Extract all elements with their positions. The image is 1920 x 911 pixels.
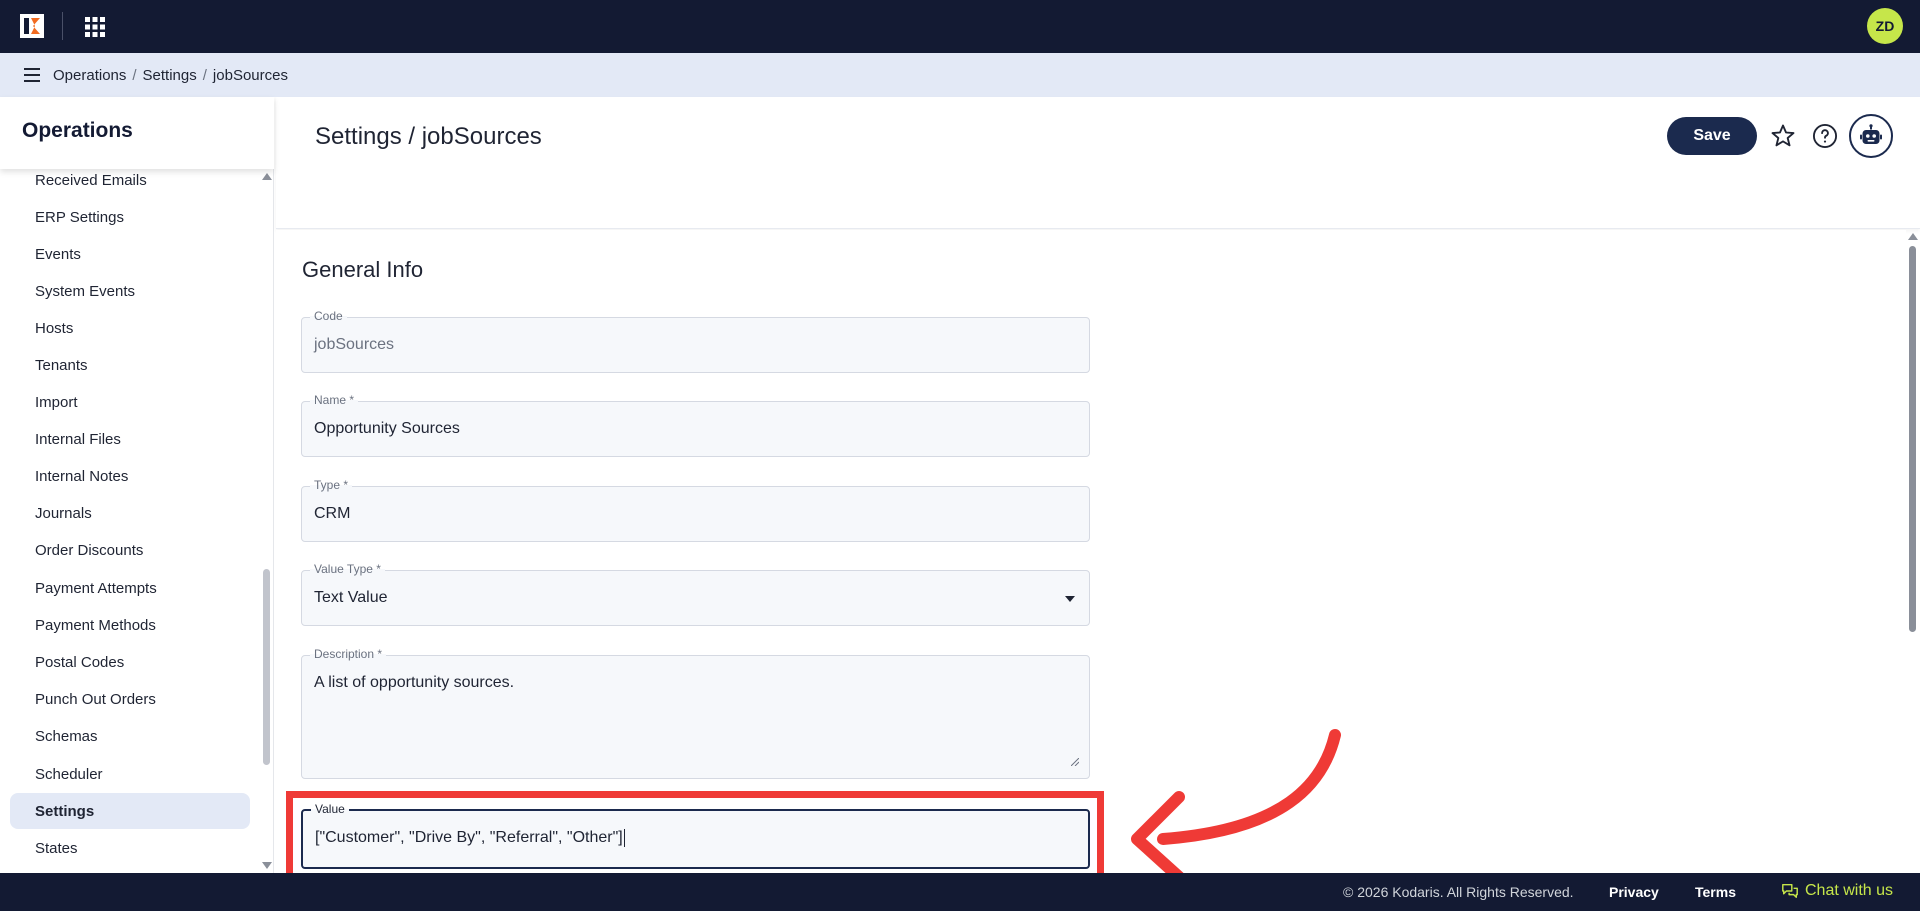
copyright-text: © 2026 Kodaris. All Rights Reserved. (1343, 884, 1574, 900)
sidebar-item-states[interactable]: States (10, 830, 250, 866)
sidebar-item-erp-settings[interactable]: ERP Settings (10, 199, 250, 235)
sidebar-item-system-events[interactable]: System Events (10, 273, 250, 309)
annotation-arrow-icon (1131, 729, 1341, 883)
scroll-down-arrow-icon[interactable] (262, 862, 272, 869)
sidebar-scroll-thumb[interactable] (263, 569, 270, 765)
breadcrumb-jobsources[interactable]: jobSources (213, 67, 288, 84)
code-field[interactable]: Code jobSources (301, 309, 1090, 373)
breadcrumb-settings[interactable]: Settings (143, 67, 197, 84)
name-value: Opportunity Sources (314, 420, 460, 437)
chevron-down-icon[interactable] (1065, 596, 1075, 602)
star-icon[interactable] (1769, 122, 1797, 150)
name-field[interactable]: Name * Opportunity Sources (301, 393, 1090, 457)
page-header: Settings / jobSources Save (276, 97, 1920, 229)
page-title: Settings / jobSources (315, 123, 542, 150)
name-label: Name * (310, 393, 359, 407)
value-type-select[interactable]: Value Type * Text Value (301, 562, 1090, 626)
apps-grid-icon[interactable] (84, 16, 106, 38)
footer: © 2026 Kodaris. All Rights Reserved. Pri… (0, 873, 1920, 911)
breadcrumb-separator: / (132, 66, 137, 84)
sidebar-item-scheduler[interactable]: Scheduler (10, 756, 250, 792)
sidebar-item-punch-out-orders[interactable]: Punch Out Orders (10, 681, 250, 717)
scroll-up-arrow-icon[interactable] (1908, 233, 1918, 240)
type-field[interactable]: Type * CRM (301, 478, 1090, 542)
hamburger-menu-icon[interactable] (21, 64, 43, 86)
main-scrollbar[interactable] (1906, 230, 1920, 873)
annotation-highlight-box (286, 791, 1104, 873)
chat-with-us-button[interactable]: Chat with us (1781, 882, 1893, 900)
top-bar: ZD (0, 0, 1920, 53)
chat-icon (1782, 883, 1798, 899)
sidebar-item-received-emails[interactable]: Received Emails (10, 169, 250, 198)
sidebar-scrollbar[interactable] (260, 169, 274, 873)
type-label: Type * (310, 478, 353, 492)
sidebar-header: Operations (0, 97, 274, 169)
value-type-value: Text Value (314, 589, 388, 606)
breadcrumb: Operations / Settings / jobSources (53, 67, 288, 84)
type-value: CRM (314, 505, 351, 522)
description-field[interactable]: Description * A list of opportunity sour… (301, 647, 1090, 779)
sidebar-item-payment-attempts[interactable]: Payment Attempts (10, 570, 250, 606)
sidebar-item-order-discounts[interactable]: Order Discounts (10, 532, 250, 568)
sidebar-item-events[interactable]: Events (10, 236, 250, 272)
sidebar-item-hosts[interactable]: Hosts (10, 310, 250, 346)
breadcrumb-separator: / (202, 66, 207, 84)
description-label: Description * (310, 647, 387, 661)
chat-label: Chat with us (1805, 882, 1894, 899)
sidebar: Operations Received Emails ERP Settings … (0, 97, 274, 873)
sidebar-item-schemas[interactable]: Schemas (10, 718, 250, 754)
main-scroll-thumb[interactable] (1909, 246, 1916, 632)
sidebar-item-journals[interactable]: Journals (10, 495, 250, 531)
terms-link[interactable]: Terms (1695, 884, 1736, 900)
sidebar-item-import[interactable]: Import (10, 384, 250, 420)
section-title: General Info (302, 257, 424, 282)
breadcrumb-operations[interactable]: Operations (53, 67, 126, 84)
code-label: Code (310, 309, 347, 323)
sidebar-list: Received Emails ERP Settings Events Syst… (0, 169, 260, 873)
sidebar-item-internal-files[interactable]: Internal Files (10, 421, 250, 457)
sidebar-item-settings[interactable]: Settings (10, 793, 250, 829)
save-button[interactable]: Save (1667, 117, 1757, 155)
resize-handle-icon[interactable] (1071, 758, 1079, 766)
avatar[interactable]: ZD (1867, 8, 1903, 44)
help-icon[interactable] (1811, 122, 1839, 150)
description-value: A list of opportunity sources. (314, 674, 515, 691)
sidebar-item-tenants[interactable]: Tenants (10, 347, 250, 383)
sidebar-item-internal-notes[interactable]: Internal Notes (10, 458, 250, 494)
value-type-label: Value Type * (310, 562, 385, 576)
robot-icon[interactable] (1849, 114, 1893, 158)
sidebar-item-postal-codes[interactable]: Postal Codes (10, 644, 250, 680)
main-content: General Info Code jobSources Name * Oppo… (276, 230, 1906, 873)
sidebar-title: Operations (22, 119, 133, 142)
topbar-divider (62, 12, 63, 40)
breadcrumb-bar: Operations / Settings / jobSources (0, 53, 1920, 97)
code-value: jobSources (314, 336, 395, 353)
scroll-up-arrow-icon[interactable] (262, 173, 272, 180)
sidebar-item-payment-methods[interactable]: Payment Methods (10, 607, 250, 643)
kodaris-logo-icon[interactable] (20, 14, 44, 38)
privacy-link[interactable]: Privacy (1609, 884, 1659, 900)
